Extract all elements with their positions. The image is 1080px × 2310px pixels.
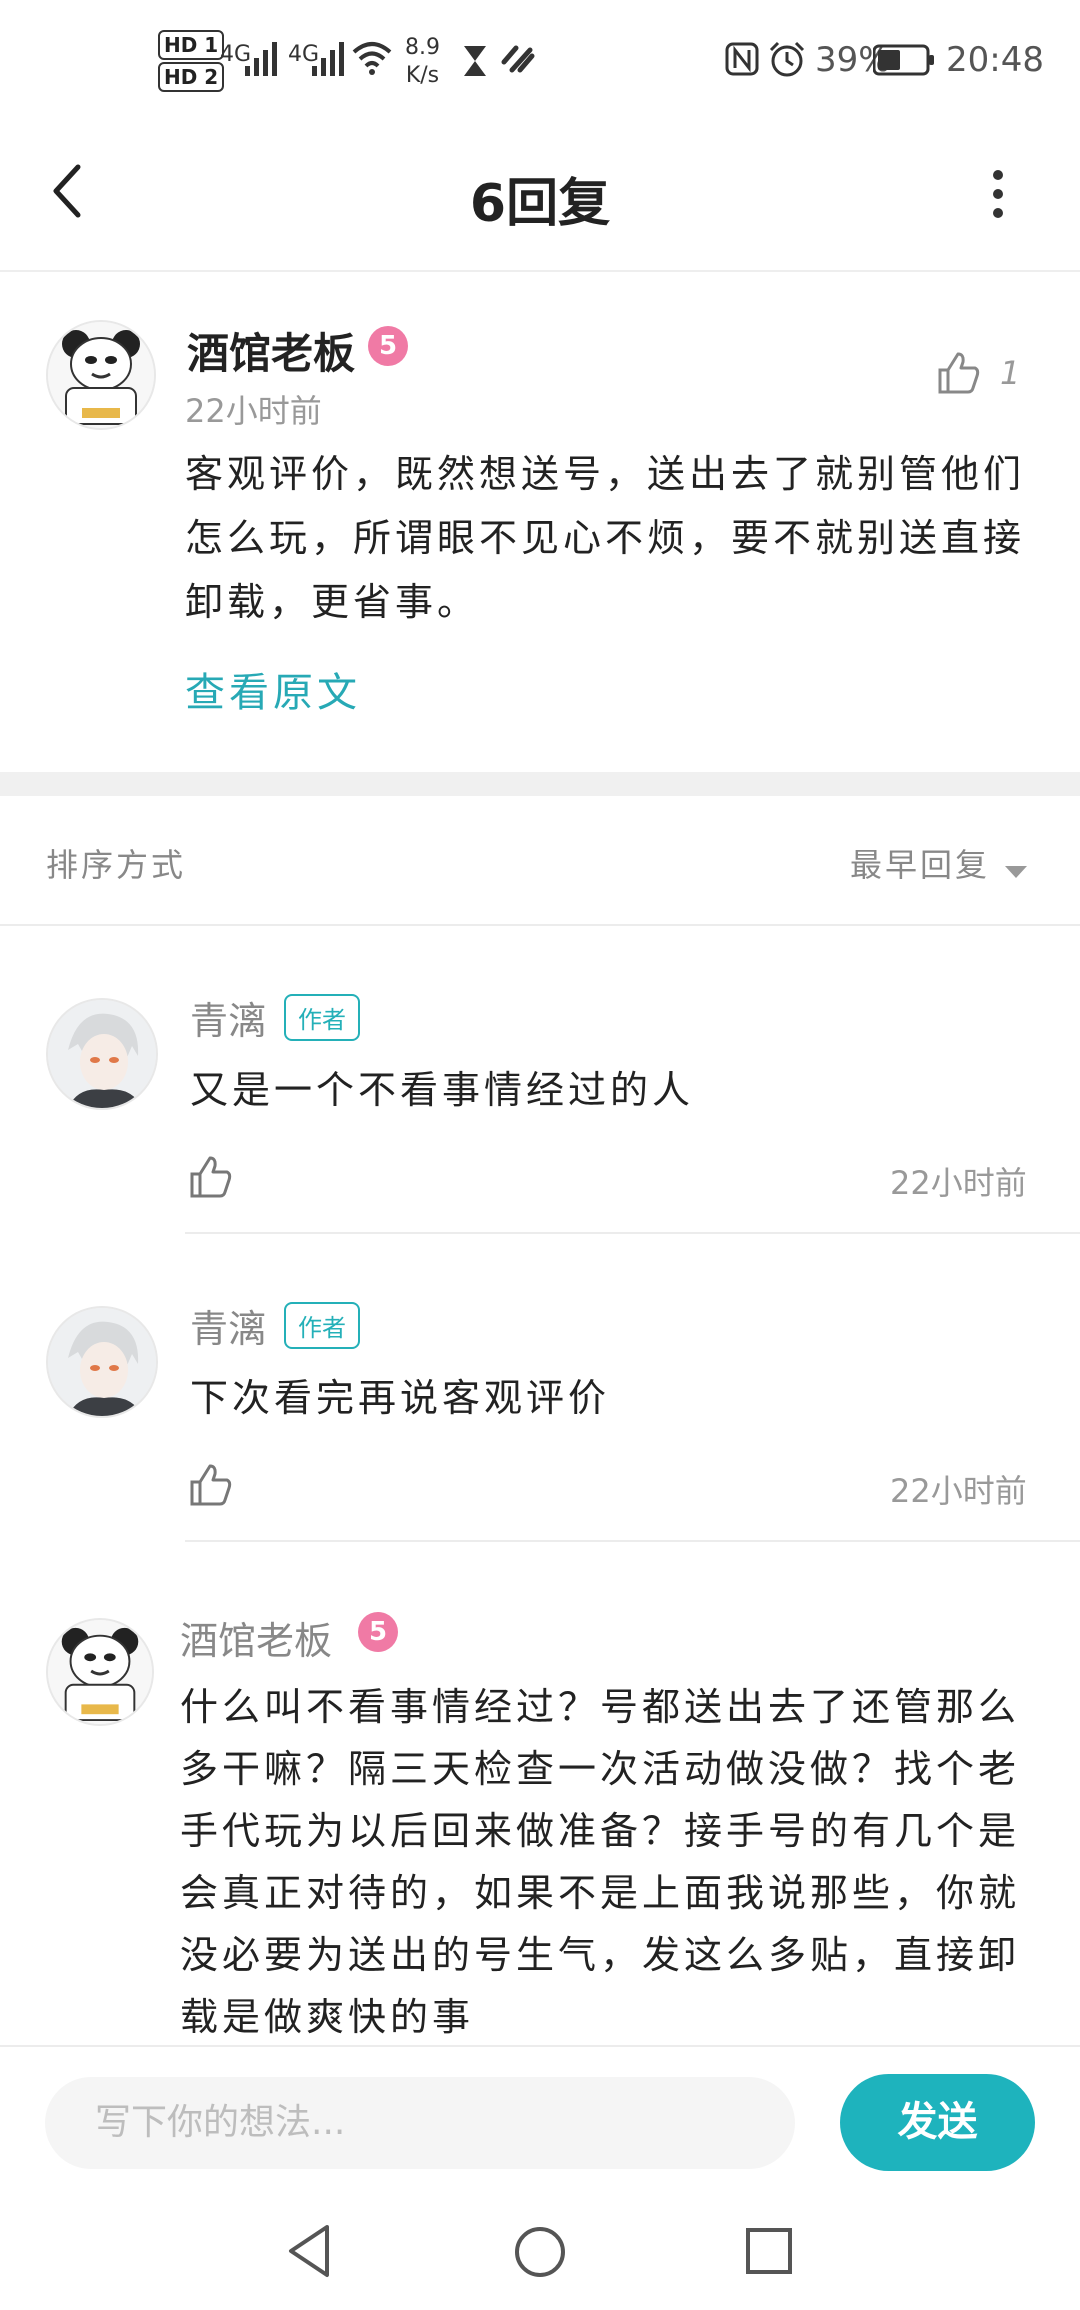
section-separator	[0, 772, 1080, 796]
reply-1-avatar[interactable]	[46, 998, 158, 1110]
alarm-icon	[769, 41, 805, 77]
reply-2-username[interactable]: 青漓	[190, 1298, 266, 1353]
anime-avatar-image	[48, 1308, 156, 1416]
chevron-down-icon	[1005, 865, 1028, 878]
sort-label: 排序方式	[46, 846, 187, 884]
nav-home-icon[interactable]	[513, 2225, 567, 2279]
speed-unit: K/s	[405, 63, 440, 88]
post-time: 22小时前	[185, 392, 322, 430]
reply-2-divider	[185, 1540, 1080, 1542]
post-avatar[interactable]	[46, 320, 156, 430]
battery-icon	[873, 44, 934, 76]
reply-2-content: 下次看完再说客观评价	[190, 1376, 611, 1420]
signal2-icon	[312, 42, 344, 76]
app-header: 6回复	[0, 125, 1080, 272]
reply-2-avatar[interactable]	[46, 1306, 158, 1418]
net-speed: 8.9 K/s	[405, 34, 440, 90]
wifi-icon	[352, 42, 392, 75]
reply-1-time: 22小时前	[890, 1164, 1027, 1202]
reply-2-time: 22小时前	[890, 1472, 1027, 1510]
reply-3-level-badge: 5	[358, 1612, 398, 1652]
nav-back-icon[interactable]	[285, 2223, 333, 2279]
post-like-count: 1	[1000, 354, 1021, 392]
signal1-icon	[245, 42, 277, 76]
post-like-icon[interactable]	[938, 350, 980, 394]
reply-3-avatar[interactable]	[46, 1618, 154, 1726]
panda-avatar-image	[48, 1620, 152, 1724]
hd2-badge: HD 2	[158, 62, 225, 92]
more-options-icon[interactable]	[990, 167, 1006, 221]
sim-indicators: HD 1 HD 2	[158, 30, 225, 92]
sort-divider	[0, 924, 1080, 926]
send-button[interactable]: 发送	[840, 2074, 1035, 2171]
panda-avatar-image	[48, 322, 154, 428]
reply-1-username[interactable]: 青漓	[190, 990, 266, 1045]
view-original-link[interactable]: 查看原文	[185, 660, 361, 718]
post-content: 客观评价，既然想送号，送出去了就别管他们怎么玩，所谓眼不见心不烦，要不就别送直接…	[185, 452, 1026, 624]
reply-1-divider	[185, 1232, 1080, 1234]
speed-value: 8.9	[405, 35, 440, 60]
status-bar: HD 1 HD 2 4G 4G 8.9 K/s 39% 20:48	[0, 0, 1080, 125]
page-title: 6回复	[469, 174, 611, 234]
hd1-badge: HD 1	[158, 30, 225, 60]
hourglass-icon	[464, 46, 486, 76]
reply-3-content: 什么叫不看事情经过？号都送出去了还管那么多干嘛？隔三天检查一次活动做没做？找个老…	[180, 1685, 1021, 2039]
anime-avatar-image	[48, 1000, 156, 1108]
nav-recents-icon[interactable]	[745, 2227, 793, 2275]
clock: 20:48	[946, 40, 1044, 80]
heart-link-icon	[501, 45, 535, 73]
sort-dropdown[interactable]: 最早回复	[850, 840, 1029, 886]
sort-value: 最早回复	[850, 846, 991, 884]
system-nav-bar	[0, 2193, 1080, 2310]
reply-2-like-icon[interactable]	[190, 1462, 232, 1506]
reply-3-username[interactable]: 酒馆老板	[180, 1610, 332, 1665]
post-level-badge: 5	[368, 326, 408, 366]
reply-1-author-tag: 作者	[284, 994, 360, 1041]
comment-input[interactable]: 写下你的想法...	[45, 2077, 795, 2169]
comment-composer: 写下你的想法... 发送	[0, 2045, 1080, 2195]
reply-2-author-tag: 作者	[284, 1302, 360, 1349]
reply-1-like-icon[interactable]	[190, 1154, 232, 1198]
nfc-icon	[725, 42, 759, 76]
reply-1-content: 又是一个不看事情经过的人	[190, 1068, 695, 1112]
post-username[interactable]: 酒馆老板	[187, 320, 355, 381]
